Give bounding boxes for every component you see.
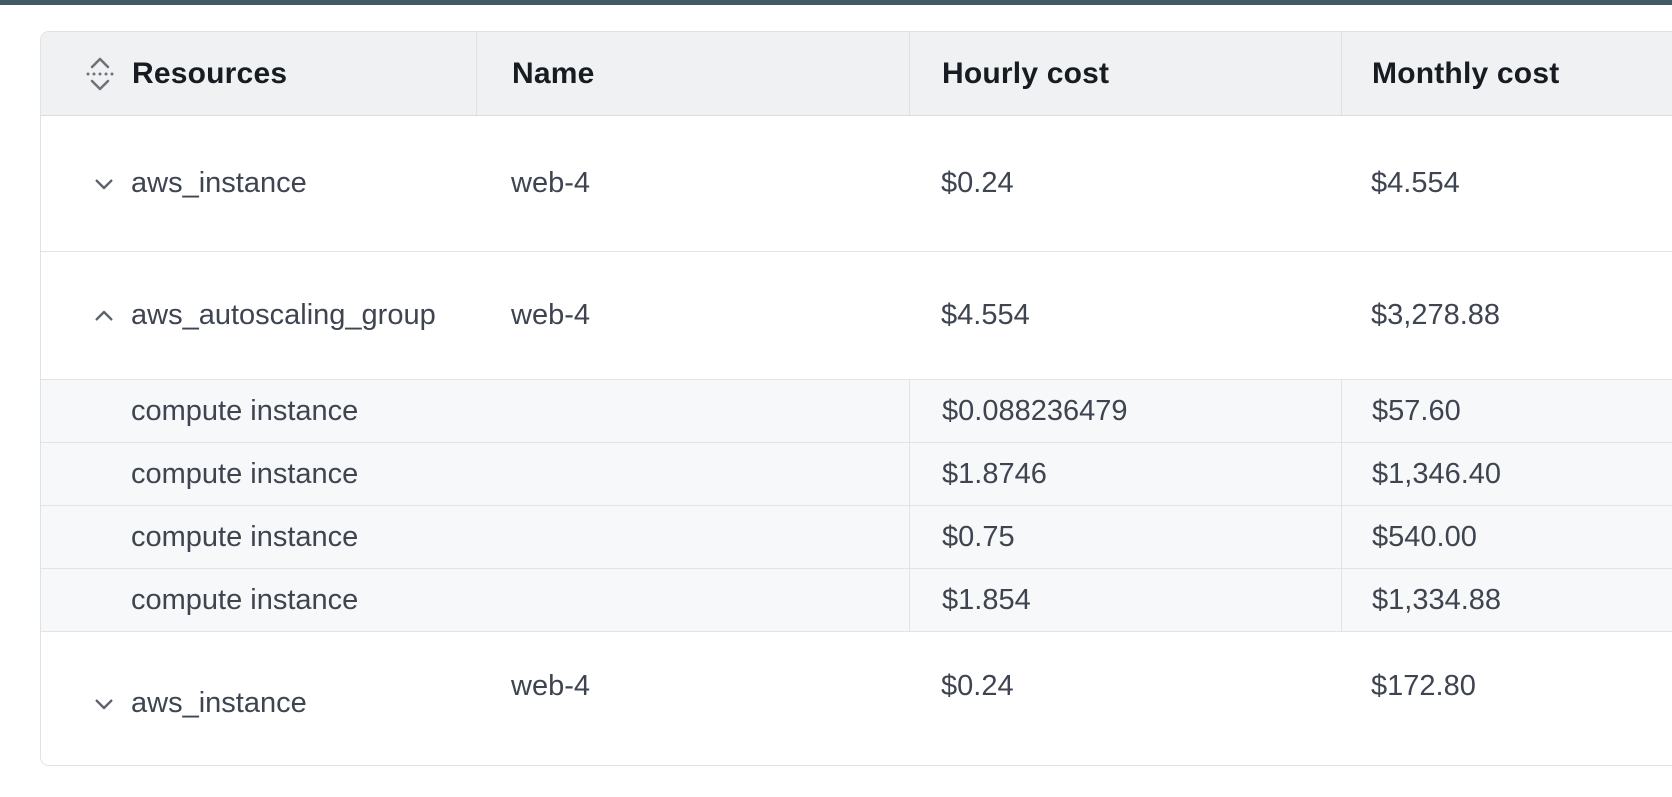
hourly-cost-cell: $0.24	[909, 670, 1341, 703]
monthly-cost-cell: $1,346.40	[1341, 443, 1672, 505]
chevron-down-icon	[88, 168, 120, 200]
monthly-cost-cell: $540.00	[1341, 506, 1672, 568]
column-header-resources[interactable]: Resources	[41, 32, 476, 115]
chevron-down-icon	[88, 688, 120, 720]
resource-cell: aws_autoscaling_group	[41, 299, 476, 332]
cost-component-label: compute instance	[41, 443, 909, 505]
hourly-cost-cell: $1.8746	[909, 443, 1341, 505]
monthly-cost-cell: $1,334.88	[1341, 569, 1672, 631]
table-header-row: Resources Name Hourly cost Monthly cost	[41, 32, 1672, 116]
column-header-hourly-cost: Hourly cost	[909, 32, 1341, 115]
resource-cell: aws_instance	[41, 687, 476, 720]
expand-row-button[interactable]	[88, 168, 120, 200]
resource-cost-table: Resources Name Hourly cost Monthly cost …	[40, 31, 1672, 766]
monthly-cost-cell: $57.60	[1341, 380, 1672, 442]
resource-type-label: aws_instance	[131, 687, 307, 720]
cost-component-row: compute instance $1.854 $1,334.88	[41, 568, 1672, 631]
table-row-aws-autoscaling-group[interactable]: aws_autoscaling_group web-4 $4.554 $3,27…	[41, 252, 1672, 379]
hourly-cost-cell: $1.854	[909, 569, 1341, 631]
top-accent-bar	[0, 0, 1672, 5]
name-cell: web-4	[476, 299, 909, 332]
table-row-aws-instance[interactable]: aws_instance web-4 $0.24 $172.80	[41, 632, 1672, 765]
chevron-up-icon	[88, 300, 120, 332]
hourly-cost-cell: $0.75	[909, 506, 1341, 568]
name-cell: web-4	[476, 670, 909, 703]
collapse-row-button[interactable]	[88, 300, 120, 332]
column-header-label: Hourly cost	[942, 57, 1109, 91]
monthly-cost-cell: $172.80	[1341, 670, 1672, 703]
cost-component-label: compute instance	[41, 569, 909, 631]
monthly-cost-cell: $4.554	[1341, 167, 1672, 200]
resource-type-label: aws_autoscaling_group	[131, 299, 436, 332]
cost-component-row: compute instance $1.8746 $1,346.40	[41, 442, 1672, 505]
expand-row-button[interactable]	[88, 688, 120, 720]
cost-component-row: compute instance $0.75 $540.00	[41, 505, 1672, 568]
resource-type-label: aws_instance	[131, 167, 307, 200]
table-row-aws-instance[interactable]: aws_instance web-4 $0.24 $4.554	[41, 116, 1672, 252]
column-header-name: Name	[476, 32, 909, 115]
name-cell: web-4	[476, 167, 909, 200]
cost-component-group: compute instance $0.088236479 $57.60 com…	[41, 379, 1672, 632]
hourly-cost-cell: $0.088236479	[909, 380, 1341, 442]
sort-reorder-icon[interactable]	[83, 52, 117, 96]
column-header-label: Monthly cost	[1372, 57, 1559, 91]
column-header-label: Resources	[132, 57, 287, 91]
cost-component-label: compute instance	[41, 380, 909, 442]
cost-component-label: compute instance	[41, 506, 909, 568]
monthly-cost-cell: $3,278.88	[1341, 299, 1672, 332]
hourly-cost-cell: $4.554	[909, 299, 1341, 332]
cost-component-row: compute instance $0.088236479 $57.60	[41, 379, 1672, 442]
hourly-cost-cell: $0.24	[909, 167, 1341, 200]
column-header-label: Name	[512, 57, 595, 91]
column-header-monthly-cost: Monthly cost	[1341, 32, 1672, 115]
resource-cell: aws_instance	[41, 167, 476, 200]
